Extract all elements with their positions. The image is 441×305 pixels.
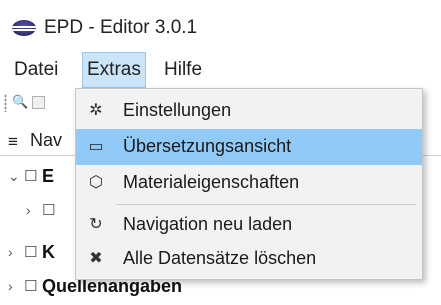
chevron-right-icon[interactable]: › [8, 244, 13, 260]
gear-icon: ✲ [89, 102, 103, 119]
menu-item-label: Alle Datensätze löschen [123, 248, 317, 268]
menu-item-navigation-neu-laden[interactable]: ↻ Navigation neu laden [76, 207, 422, 243]
folder-icon: ☐ [24, 168, 38, 185]
panel-title: Nav [30, 130, 63, 150]
menu-item-uebersetzungsansicht[interactable]: ▭ Übersetzungsansicht [76, 129, 422, 165]
menu-separator [116, 204, 416, 205]
search-icon[interactable]: 🔍 [12, 94, 28, 110]
tree-node-label[interactable]: E [42, 166, 54, 187]
menu-item-label: Übersetzungsansicht [123, 136, 292, 156]
folder-icon: ☐ [24, 244, 38, 261]
title-bar: EPD - Editor 3.0.1 [0, 0, 441, 50]
chevron-right-icon[interactable]: › [26, 202, 31, 218]
menu-extras[interactable]: Extras [82, 52, 146, 88]
cube-icon: ⬡ [89, 174, 103, 191]
menu-item-label: Navigation neu laden [123, 214, 293, 234]
menu-icon[interactable]: ≡ [8, 132, 18, 152]
save-icon[interactable] [32, 96, 45, 109]
window-title: EPD - Editor 3.0.1 [44, 17, 198, 38]
tree-node-label[interactable]: K [42, 242, 55, 263]
menu-bar: Datei Extras Hilfe [0, 52, 441, 88]
refresh-icon: ↻ [89, 216, 103, 233]
menu-item-alle-datensaetze-loeschen[interactable]: ✖ Alle Datensätze löschen [76, 241, 422, 277]
menu-item-label: Materialeigenschaften [123, 172, 300, 192]
toolbar-grip[interactable] [4, 94, 7, 112]
folder-icon: ☐ [42, 202, 56, 219]
speech-bubble-icon: ▭ [88, 138, 104, 155]
chevron-right-icon[interactable]: › [8, 278, 13, 294]
delete-icon: ✖ [89, 250, 103, 267]
menu-item-einstellungen[interactable]: ✲ Einstellungen [76, 93, 422, 129]
menu-datei[interactable]: Datei [10, 52, 62, 88]
menu-item-materialeigenschaften[interactable]: ⬡ Materialeigenschaften [76, 165, 422, 201]
menu-hilfe[interactable]: Hilfe [160, 52, 206, 88]
chevron-down-icon[interactable]: ⌄ [8, 168, 20, 185]
menu-item-label: Einstellungen [123, 100, 232, 120]
eclipse-icon [12, 20, 36, 36]
extras-dropdown-menu: ✲ Einstellungen ▭ Übersetzungsansicht ⬡ … [75, 88, 423, 280]
folder-icon: ☐ [24, 278, 38, 295]
